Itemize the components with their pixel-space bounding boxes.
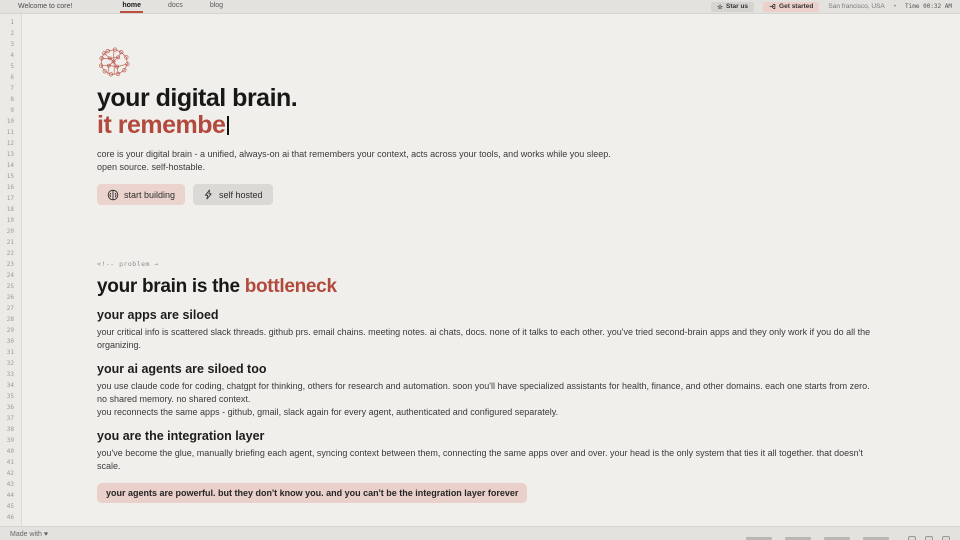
footer-social-icon[interactable] xyxy=(925,536,933,540)
top-bar: Welcome to core! home docs blog ☆ Star u… xyxy=(0,0,960,14)
separator-dot: • xyxy=(894,3,896,10)
star-us-button[interactable]: ☆ Star us xyxy=(711,2,754,12)
tab-blog[interactable]: blog xyxy=(208,0,225,13)
location-text: San francisco, USA xyxy=(828,3,884,10)
tab-home[interactable]: home xyxy=(120,0,143,13)
problem-section-comment: <!-- problem → xyxy=(97,260,886,268)
section-body: you've become the glue, manually briefin… xyxy=(97,447,886,473)
footer-bar: Made with ♥ xyxy=(0,526,960,540)
problem-heading-accent: bottleneck xyxy=(245,276,337,297)
section-body: your critical info is scattered slack th… xyxy=(97,326,886,352)
clock-text: Time 00:32 AM xyxy=(905,3,952,10)
footer-social-icon[interactable] xyxy=(908,536,916,540)
hero-description-line2: open source. self-hostable. xyxy=(97,162,205,172)
line-number-gutter: 1234567891011121314151617181920212223242… xyxy=(0,14,22,526)
main-content: your digital brain. it remembe core is y… xyxy=(97,14,960,526)
brain-network-logo-icon xyxy=(97,47,131,78)
section-title: your ai agents are siloed too xyxy=(97,362,886,376)
section-agents-siloed: your ai agents are siloed too you use cl… xyxy=(97,362,886,419)
start-building-button[interactable]: start building xyxy=(97,184,185,205)
tab-docs[interactable]: docs xyxy=(166,0,185,13)
star-icon: ☆ xyxy=(717,3,723,11)
made-with-text: Made with ♥ xyxy=(10,531,48,538)
bolt-icon xyxy=(203,189,214,200)
nav-tabs: home docs blog xyxy=(120,0,225,13)
enter-arrow-icon xyxy=(769,3,776,10)
hero-title-typed: it remembe xyxy=(97,111,225,139)
footer-social-icon[interactable] xyxy=(942,536,950,540)
problem-heading: your brain is the bottleneck xyxy=(97,276,886,298)
callout-banner: your agents are powerful. but they don't… xyxy=(97,483,527,503)
section-integration-layer: you are the integration layer you've bec… xyxy=(97,429,886,473)
typing-cursor xyxy=(227,116,229,135)
self-hosted-button[interactable]: self hosted xyxy=(193,184,273,205)
hero-description: core is your digital brain - a unified, … xyxy=(97,148,886,173)
welcome-text: Welcome to core! xyxy=(18,3,72,10)
footer-social-icons xyxy=(908,536,950,540)
hero-buttons: start building self hosted xyxy=(97,184,886,205)
section-apps-siloed: your apps are siloed your critical info … xyxy=(97,308,886,352)
hero-title: your digital brain. it remembe xyxy=(97,85,886,139)
section-title: you are the integration layer xyxy=(97,429,886,443)
brain-circle-icon xyxy=(107,189,119,201)
get-started-button[interactable]: Get started xyxy=(763,2,819,12)
section-body: you use claude code for coding, chatgpt … xyxy=(97,380,886,419)
hero-description-line1: core is your digital brain - a unified, … xyxy=(97,149,611,159)
hero-title-line1: your digital brain. xyxy=(97,84,297,112)
topbar-right: ☆ Star us Get started San francisco, USA… xyxy=(711,0,952,13)
section-title: your apps are siloed xyxy=(97,308,886,322)
footer-right-links xyxy=(746,536,950,540)
